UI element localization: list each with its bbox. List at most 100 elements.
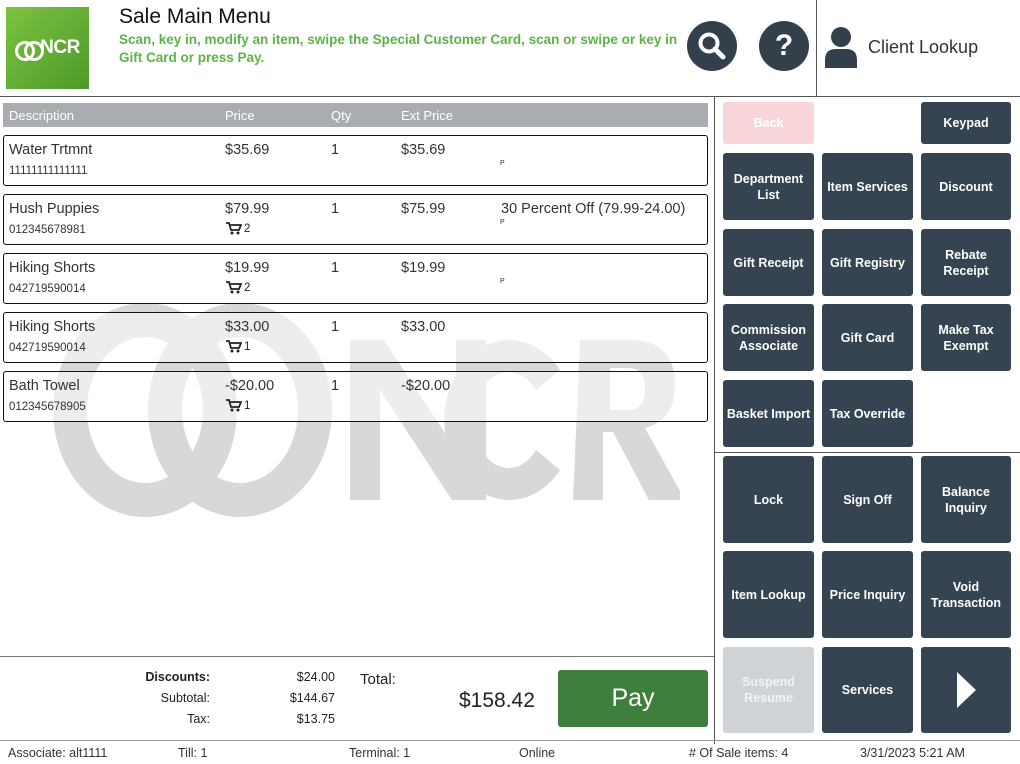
next-page-button[interactable] <box>921 647 1011 733</box>
cart-icon <box>226 222 242 235</box>
cart-icon <box>226 399 242 412</box>
cart-count: 1 <box>244 399 251 412</box>
line-items-header: Description Price Qty Ext Price <box>3 103 708 127</box>
discounts-value: $24.00 <box>296 670 335 684</box>
line-item-row[interactable]: Bath Towel 012345678905 -$20.00 1 1 -$20… <box>3 371 708 422</box>
col-qty: Qty <box>331 108 352 123</box>
item-services-button[interactable]: Item Services <box>822 153 913 220</box>
logo-text: NCR <box>40 37 80 58</box>
subtotal-label: Subtotal: <box>160 691 210 705</box>
item-price: $19.99 <box>225 260 270 276</box>
connection-status: Online <box>519 746 556 760</box>
item-description: Hush Puppies <box>9 201 100 217</box>
lock-button[interactable]: Lock <box>723 456 814 543</box>
total-value: $158.42 <box>459 689 535 712</box>
help-icon: ? <box>774 29 794 62</box>
commission-associate-button[interactable]: Commission Associate <box>723 304 814 371</box>
item-ext-price: -$20.00 <box>401 378 451 394</box>
item-sku: 042719590014 <box>9 283 86 295</box>
search-button[interactable] <box>687 21 737 71</box>
suspend-resume-button[interactable]: Suspend Resume <box>723 647 814 733</box>
void-transaction-button[interactable]: Void Transaction <box>921 551 1011 638</box>
cart-icon <box>226 281 242 294</box>
item-ext-price: $75.99 <box>401 201 446 217</box>
item-description: Bath Towel <box>9 378 80 394</box>
department-list-button[interactable]: Department List <box>723 153 814 220</box>
header-divider <box>816 0 817 97</box>
price-flag: P <box>500 278 505 285</box>
button-group-divider <box>714 452 1020 453</box>
subtotal-value: $144.67 <box>289 691 335 705</box>
cart-indicator: 1 <box>226 340 250 353</box>
price-flag: P <box>500 219 505 226</box>
item-qty: 1 <box>331 142 340 158</box>
item-ext-price: $33.00 <box>401 319 446 335</box>
line-item-row[interactable]: Hush Puppies 012345678981 $79.99 2 1 $75… <box>3 194 708 245</box>
line-item-row[interactable]: Hiking Shorts 042719590014 $19.99 2 1 $1… <box>3 253 708 304</box>
gift-receipt-button[interactable]: Gift Receipt <box>723 229 814 296</box>
tax-label: Tax: <box>187 712 210 726</box>
datetime: 3/31/2023 5:21 AM <box>860 746 965 760</box>
cart-indicator: 2 <box>226 281 250 294</box>
page-title: Sale Main Menu <box>119 5 271 28</box>
keypad-button[interactable]: Keypad <box>921 102 1011 144</box>
cart-icon <box>226 340 242 353</box>
panel-divider <box>714 97 715 744</box>
item-price: -$20.00 <box>225 378 275 394</box>
pay-button[interactable]: Pay <box>558 670 708 727</box>
item-description: Hiking Shorts <box>9 319 96 335</box>
person-icon <box>825 27 857 68</box>
col-description: Description <box>9 108 75 123</box>
sign-off-button[interactable]: Sign Off <box>822 456 913 543</box>
services-button[interactable]: Services <box>822 647 913 733</box>
item-qty: 1 <box>331 260 340 276</box>
cart-indicator: 2 <box>226 222 250 235</box>
item-sku: 012345678981 <box>9 224 86 236</box>
total-label: Total: <box>360 671 396 688</box>
help-button[interactable]: ? <box>759 21 809 71</box>
totals-divider <box>0 656 714 657</box>
discounts-label: Discounts: <box>145 670 210 684</box>
line-item-row[interactable]: Water Trtmnt 11111111111111 $35.69 1 $35… <box>3 135 708 186</box>
header: NCR Sale Main Menu Scan, key in, modify … <box>0 0 1020 97</box>
basket-import-button[interactable]: Basket Import <box>723 380 814 447</box>
cart-count: 2 <box>244 222 251 235</box>
item-sku: 11111111111111 <box>9 165 88 177</box>
item-lookup-button[interactable]: Item Lookup <box>723 551 814 638</box>
sale-main-screen: NCR Sale Main Menu Scan, key in, modify … <box>0 0 1020 764</box>
client-lookup-label: Client Lookup <box>868 36 979 57</box>
item-price: $35.69 <box>225 142 270 158</box>
price-inquiry-button[interactable]: Price Inquiry <box>822 551 913 638</box>
instructions-text: Scan, key in, modify an item, swipe the … <box>119 32 678 65</box>
ncr-logo-mark-icon <box>15 41 45 61</box>
item-ext-price: $35.69 <box>401 142 446 158</box>
ncr-logo: NCR <box>6 7 89 89</box>
make-tax-exempt-button[interactable]: Make Tax Exempt <box>921 304 1011 371</box>
item-qty: 1 <box>331 319 340 335</box>
balance-inquiry-button[interactable]: Balance Inquiry <box>921 456 1011 543</box>
cart-count: 2 <box>244 281 251 294</box>
price-flag: P <box>500 160 505 167</box>
tax-override-button[interactable]: Tax Override <box>822 380 913 447</box>
item-sku: 012345678905 <box>9 401 86 413</box>
col-price: Price <box>225 108 255 123</box>
cart-indicator: 1 <box>226 399 250 412</box>
gift-registry-button[interactable]: Gift Registry <box>822 229 913 296</box>
item-ext-price: $19.99 <box>401 260 446 276</box>
associate-status: Associate: alt1111 <box>8 746 108 760</box>
terminal-status: Terminal: 1 <box>349 746 411 760</box>
tax-value: $13.75 <box>296 712 335 726</box>
item-description: Hiking Shorts <box>9 260 96 276</box>
discount-note: 30 Percent Off (79.99-24.00) <box>501 201 686 217</box>
till-status: Till: 1 <box>178 746 208 760</box>
status-bar: Associate: alt1111 Till: 1 Terminal: 1 O… <box>0 740 1020 764</box>
item-sku: 042719590014 <box>9 342 86 354</box>
client-lookup-button[interactable]: Client Lookup <box>824 24 978 70</box>
item-qty: 1 <box>331 378 340 394</box>
discount-button[interactable]: Discount <box>921 153 1011 220</box>
rebate-receipt-button[interactable]: Rebate Receipt <box>921 229 1011 296</box>
gift-card-button[interactable]: Gift Card <box>822 304 913 371</box>
back-button[interactable]: Back <box>723 102 814 144</box>
line-item-row[interactable]: Hiking Shorts 042719590014 $33.00 1 1 $3… <box>3 312 708 363</box>
search-icon <box>698 32 726 60</box>
